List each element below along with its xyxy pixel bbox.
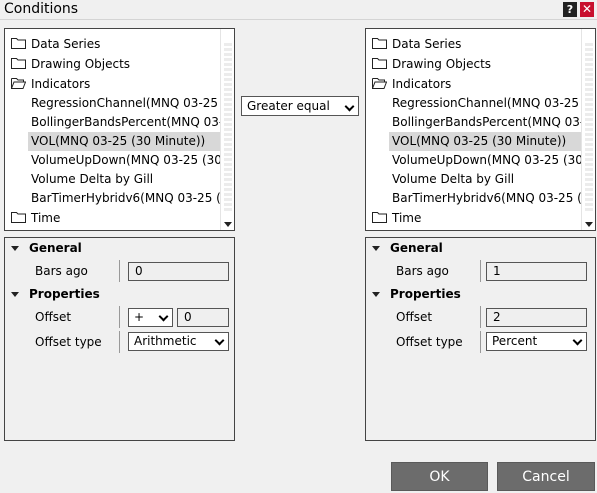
tree-folder-label: Data Series (31, 37, 101, 51)
cancel-button[interactable]: Cancel (497, 462, 595, 491)
collapse-triangle-icon[interactable] (11, 246, 19, 251)
offset-label: Offset (396, 310, 433, 324)
ok-button[interactable]: OK (391, 462, 488, 491)
folder-icon (372, 58, 387, 69)
help-button[interactable]: ? (563, 2, 577, 17)
bars-ago-input[interactable]: 1 (486, 262, 587, 281)
folder-icon (11, 212, 26, 223)
right-properties-panel: General Bars ago 1 Properties Offset 2 O… (365, 237, 596, 441)
chevron-down-icon (344, 101, 355, 112)
section-general[interactable]: General (29, 240, 82, 257)
tree-folder-label: Time (31, 211, 61, 225)
tree-item-indicator[interactable]: RegressionChannel(MNQ 03-25 (… (389, 94, 582, 113)
tree-item-indicator[interactable]: BollingerBandsPercent(MNQ 03-2… (389, 113, 582, 132)
tree-folder-indicators[interactable]: Indicators (372, 75, 451, 94)
tree-folder-drawing-objects[interactable]: Drawing Objects (11, 55, 130, 74)
collapse-triangle-icon[interactable] (372, 246, 380, 251)
collapse-triangle-icon[interactable] (11, 292, 19, 297)
property-divider (480, 331, 481, 353)
tree-item-indicator[interactable]: BarTimerHybridv6(MNQ 03-25 (3… (389, 189, 582, 208)
tree-folder-data-series[interactable]: Data Series (11, 35, 100, 54)
tree-folder-indicators[interactable]: Indicators (11, 75, 90, 94)
offset-label: Offset (35, 310, 72, 324)
right-tree-scrollbar[interactable] (581, 29, 595, 230)
offset-input[interactable]: 2 (486, 308, 587, 327)
tree-item-indicator-selected[interactable]: VOL(MNQ 03-25 (30 Minute)) (28, 132, 221, 151)
folder-open-icon (11, 78, 26, 89)
bars-ago-input[interactable]: 0 (128, 262, 229, 281)
folder-icon (372, 212, 387, 223)
tree-item-indicator[interactable]: Volume Delta by Gill (28, 170, 221, 189)
offset-type-select[interactable]: Arithmetic (128, 332, 229, 351)
right-object-tree[interactable]: Data Series Drawing Objects Indicators R… (365, 28, 596, 231)
tree-folder-time[interactable]: Time (11, 209, 60, 228)
tree-folder-drawing-objects[interactable]: Drawing Objects (372, 55, 491, 74)
tree-folder-label: Indicators (31, 77, 91, 91)
offset-type-select[interactable]: Percent (486, 332, 587, 351)
property-divider (480, 306, 481, 328)
folder-icon (372, 38, 387, 49)
left-tree-scrollbar[interactable] (220, 29, 234, 230)
offset-type-label: Offset type (35, 335, 102, 349)
tree-folder-label: Data Series (392, 37, 462, 51)
tree-item-indicator[interactable]: BollingerBandsPercent(MNQ 03-2… (28, 113, 221, 132)
tree-item-indicator[interactable]: VolumeUpDown(MNQ 03-25 (30… (389, 151, 582, 170)
bars-ago-label: Bars ago (396, 264, 449, 278)
folder-icon (11, 58, 26, 69)
chevron-down-icon (572, 335, 583, 346)
scrollbar-thumb[interactable] (224, 43, 232, 213)
tree-item-indicator[interactable]: BarTimerHybridv6(MNQ 03-25 (3… (28, 189, 221, 208)
tree-folder-label: Time (392, 211, 422, 225)
tree-folder-data-series[interactable]: Data Series (372, 35, 461, 54)
tree-folder-label: Drawing Objects (392, 57, 492, 71)
operator-select-value: Greater equal (247, 99, 330, 113)
scrollbar-thumb[interactable] (585, 43, 593, 213)
offset-type-value: Arithmetic (134, 334, 197, 348)
chevron-down-icon (214, 335, 225, 346)
chevron-down-icon (158, 311, 169, 322)
offset-type-label: Offset type (396, 335, 463, 349)
tree-folder-time[interactable]: Time (372, 209, 421, 228)
property-divider (119, 331, 120, 353)
collapse-triangle-icon[interactable] (372, 292, 380, 297)
tree-item-indicator[interactable]: RegressionChannel(MNQ 03-25 (… (28, 94, 221, 113)
section-properties[interactable]: Properties (29, 286, 100, 303)
tree-item-indicator[interactable]: VolumeUpDown(MNQ 03-25 (30… (28, 151, 221, 170)
offset-sign-value: + (134, 310, 145, 324)
offset-sign-select[interactable]: + (128, 308, 173, 327)
folder-icon (11, 38, 26, 49)
offset-input[interactable]: 0 (177, 308, 229, 327)
tree-item-indicator-selected[interactable]: VOL(MNQ 03-25 (30 Minute)) (389, 132, 582, 151)
section-general[interactable]: General (390, 240, 443, 257)
offset-type-value: Percent (492, 334, 538, 348)
tree-folder-label: Drawing Objects (31, 57, 131, 71)
tree-item-indicator[interactable]: Volume Delta by Gill (389, 170, 582, 189)
operator-select[interactable]: Greater equal (241, 96, 359, 116)
scroll-down-arrow-icon[interactable] (224, 222, 232, 227)
folder-open-icon (372, 78, 387, 89)
window-title: Conditions (4, 1, 79, 17)
property-divider (119, 260, 120, 282)
tree-folder-label: Indicators (392, 77, 452, 91)
property-divider (119, 306, 120, 328)
title-bar: Conditions ? ✕ (0, 0, 597, 20)
close-button[interactable]: ✕ (580, 2, 594, 17)
left-properties-panel: General Bars ago 0 Properties Offset + 0… (4, 237, 235, 441)
section-properties[interactable]: Properties (390, 286, 461, 303)
left-object-tree[interactable]: Data Series Drawing Objects Indicators R… (4, 28, 235, 231)
bars-ago-label: Bars ago (35, 264, 88, 278)
scroll-down-arrow-icon[interactable] (585, 222, 593, 227)
property-divider (480, 260, 481, 282)
